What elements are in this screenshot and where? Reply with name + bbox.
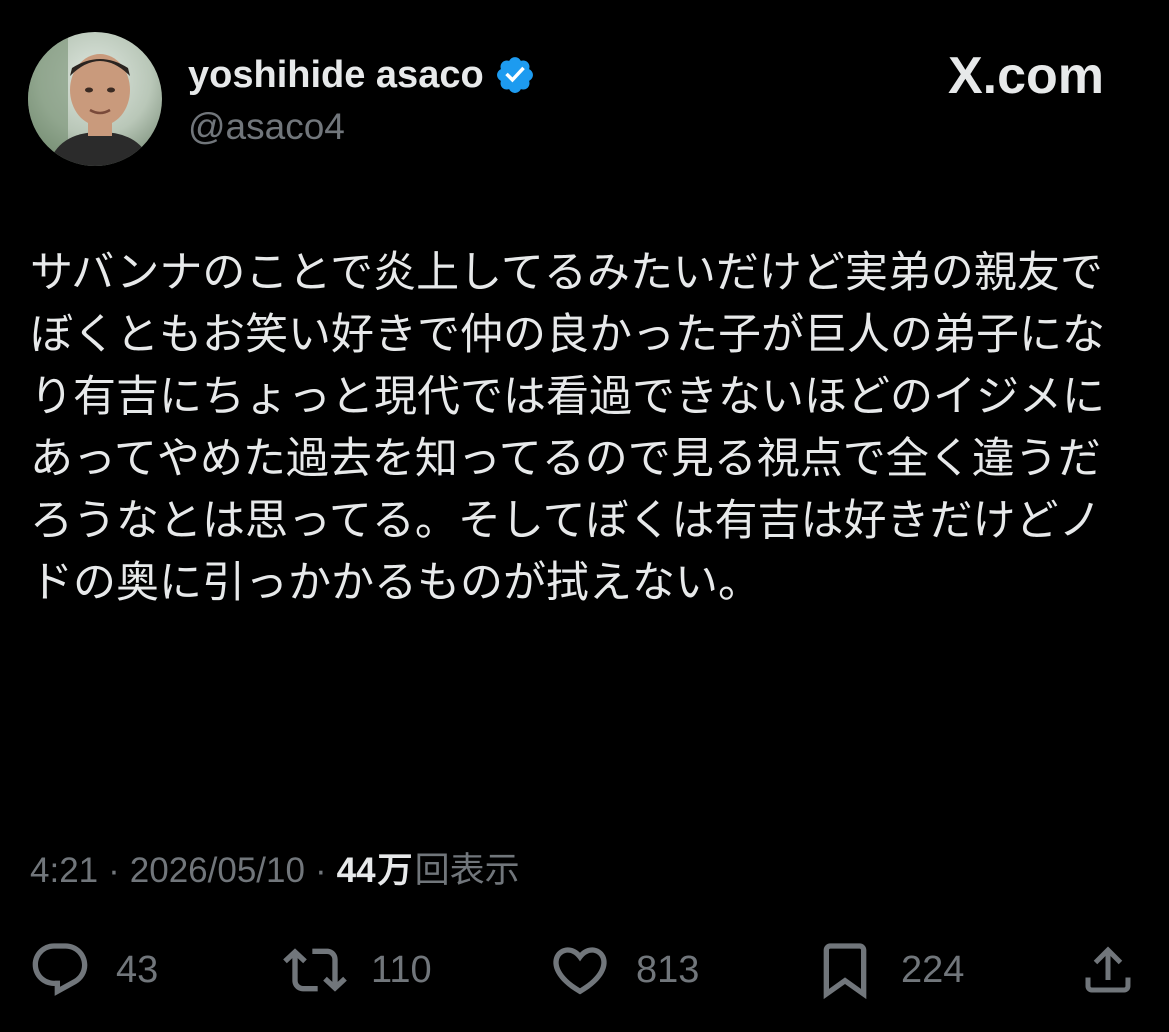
tweet-date[interactable]: 2026/05/10 xyxy=(130,851,305,891)
retweet-count: 110 xyxy=(371,948,432,991)
meta-separator-2: · xyxy=(314,851,327,890)
reply-button[interactable]: 43 xyxy=(28,932,158,1008)
bookmark-count: 224 xyxy=(901,948,965,991)
share-icon xyxy=(1085,946,1131,993)
reply-icon xyxy=(32,943,88,996)
views-unit: 万 xyxy=(377,851,413,890)
brand-text: X.com xyxy=(947,47,1104,105)
views-label: 回表示 xyxy=(414,851,520,890)
share-button[interactable] xyxy=(1078,932,1138,1008)
author-name-row: yoshihide asaco xyxy=(188,50,536,100)
like-count: 813 xyxy=(636,948,700,991)
tweet-actions: 43 110 813 224 xyxy=(28,932,1138,1008)
views-count: 44 xyxy=(336,851,376,890)
retweet-button[interactable]: 110 xyxy=(283,932,432,1008)
reply-count: 43 xyxy=(116,948,159,991)
tweet-text: サバンナのことで炎上してるみたいだけど実弟の親友でぼくともお笑い好きで仲の良かっ… xyxy=(30,248,1105,608)
tweet-time[interactable]: 4:21 xyxy=(30,851,98,891)
verified-badge-icon xyxy=(494,54,536,96)
bookmark-icon xyxy=(823,943,867,1000)
author-handle[interactable]: @asaco4 xyxy=(188,106,345,148)
heart-icon xyxy=(553,947,607,995)
retweet-icon xyxy=(283,948,347,992)
author-avatar[interactable] xyxy=(28,32,162,166)
author-display-name[interactable]: yoshihide asaco xyxy=(188,54,484,97)
tweet-header: yoshihide asaco @asaco4 X.com xyxy=(28,32,1148,172)
like-button[interactable]: 813 xyxy=(548,932,699,1008)
avatar-photo xyxy=(28,32,162,166)
tweet-meta: 4:21 · 2026/05/10 · 44 万 回表示 xyxy=(30,842,520,893)
bookmark-button[interactable]: 224 xyxy=(813,932,964,1008)
meta-separator: · xyxy=(108,851,120,890)
brand-watermark: X.com xyxy=(948,46,1104,106)
